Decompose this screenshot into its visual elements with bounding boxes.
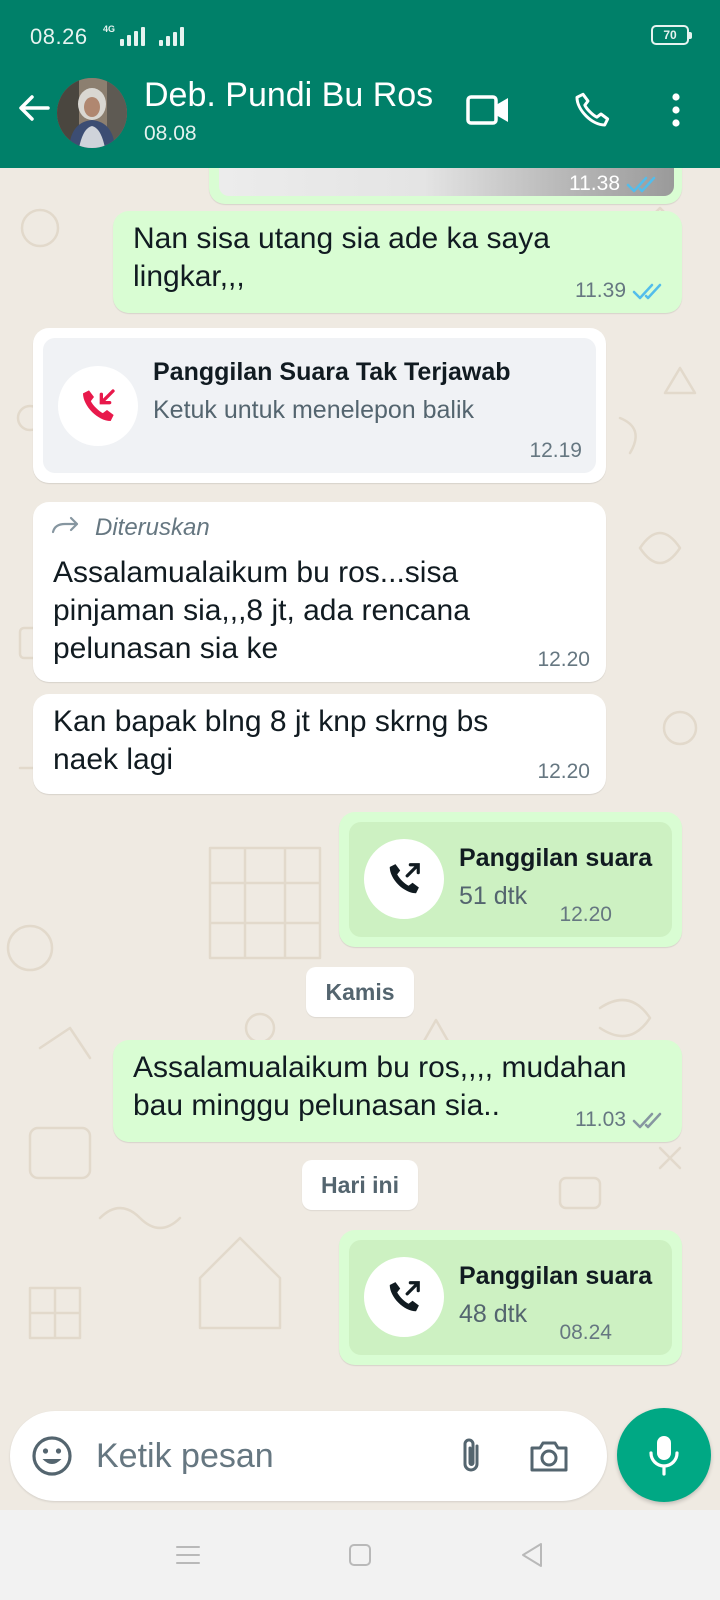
missed-call-title: Panggilan Suara Tak Terjawab [153,358,511,386]
back-button[interactable] [512,1538,552,1572]
message-time: 11.39 [575,279,626,302]
message-meta: 11.03 [575,1108,666,1132]
home-square-icon [349,1544,371,1566]
status-bar: 08.26 4G 70 [0,0,720,70]
outgoing-call-icon-wrap [364,839,444,919]
outgoing-message[interactable]: Nan sisa utang sia ade ka saya lingkar,,… [113,211,682,313]
voice-call-title: Panggilan suara [459,844,653,872]
message-text: Assalamualaikum bu ros...sisa pinjaman s… [53,556,470,665]
outgoing-call-icon [389,1281,420,1312]
missed-call-message[interactable]: Panggilan Suara Tak Terjawab Ketuk untuk… [33,328,606,483]
date-chip-kamis: Kamis [306,967,414,1017]
voice-call-message[interactable]: Panggilan suara 51 dtk 12.20 [339,812,682,947]
emoji-icon[interactable] [30,1434,74,1478]
network-type: 4G [103,24,116,34]
attach-icon[interactable] [450,1434,494,1478]
missed-call-icon [83,389,115,421]
mic-button[interactable] [617,1408,711,1502]
video-call-icon [466,95,508,125]
more-options-icon [672,93,680,127]
camera-icon[interactable] [527,1434,571,1478]
chat-header: Deb. Pundi Bu Ros 08.08 [0,70,720,168]
read-receipt-icon [626,176,656,193]
date-chip-today: Hari ini [302,1160,418,1210]
message-meta: 12.20 [537,760,590,784]
back-triangle-icon [522,1543,542,1567]
forwarded-label: Diteruskan [95,514,210,541]
image-message[interactable]: 11.38 [209,168,682,204]
back-arrow-icon[interactable] [14,88,54,128]
message-time: 08.24 [559,1321,612,1344]
message-meta: 12.20 [559,903,612,927]
voice-call-duration: 51 dtk [459,882,528,910]
voice-call-duration: 48 dtk [459,1300,528,1328]
message-time: 12.20 [559,903,612,926]
message-text: Kan bapak blng 8 jt knp skrng bs naek la… [53,705,489,776]
outgoing-call-icon-wrap [364,1257,444,1337]
contact-name[interactable]: Deb. Pundi Bu Ros [144,76,433,115]
forwarded-message[interactable]: Diteruskan Assalamualaikum bu ros...sisa… [33,502,606,682]
message-text: Nan sisa utang sia ade ka saya lingkar,,… [133,222,550,293]
home-button[interactable] [340,1538,380,1572]
message-meta: 12.20 [537,648,590,672]
message-meta: 11.39 [575,279,666,303]
incoming-message[interactable]: Kan bapak blng 8 jt knp skrng bs naek la… [33,694,606,794]
delivered-receipt-icon [632,1112,662,1129]
message-time: 11.03 [575,1108,626,1131]
status-time: 08.26 [30,24,88,49]
outgoing-message[interactable]: Assalamualaikum bu ros,,,, mudahan bau m… [113,1040,682,1142]
voice-call-icon [575,92,610,127]
message-meta: 12.19 [529,439,582,463]
read-receipt-icon [632,283,662,300]
contact-avatar[interactable] [57,78,127,148]
message-meta: 11.38 [569,172,660,196]
more-options-button[interactable] [650,84,702,136]
system-nav-bar [0,1510,720,1600]
message-input[interactable] [96,1431,426,1481]
message-time: 12.19 [529,439,582,462]
forwarded-icon [51,516,79,534]
missed-call-icon-wrap [58,366,138,446]
chat-area[interactable]: 11.38 Nan sisa utang sia ade ka saya lin… [0,168,720,1411]
voice-call-message[interactable]: Panggilan suara 48 dtk 08.24 [339,1230,682,1365]
last-seen-status: 08.08 [144,122,197,145]
voice-call-title: Panggilan suara [459,1262,653,1290]
message-composer [10,1411,607,1501]
voice-call-button[interactable] [566,84,618,136]
recent-apps-button[interactable] [168,1538,208,1572]
voice-call-card[interactable]: Panggilan suara 51 dtk 12.20 [349,822,672,937]
video-call-button[interactable] [462,84,514,136]
missed-call-subtitle: Ketuk untuk menelepon balik [153,396,475,424]
message-meta: 08.24 [559,1321,612,1345]
message-time: 12.20 [537,760,590,783]
signal-icon: 4G [103,24,185,46]
message-time: 11.38 [569,172,620,195]
battery-icon: 70 [651,25,692,45]
message-time: 12.20 [537,648,590,671]
voice-call-card[interactable]: Panggilan suara 48 dtk 08.24 [349,1240,672,1355]
mic-icon [649,1436,679,1476]
battery-level: 70 [663,28,677,42]
menu-icon [176,1546,200,1564]
missed-call-card[interactable]: Panggilan Suara Tak Terjawab Ketuk untuk… [43,338,596,473]
outgoing-call-icon [389,863,420,894]
